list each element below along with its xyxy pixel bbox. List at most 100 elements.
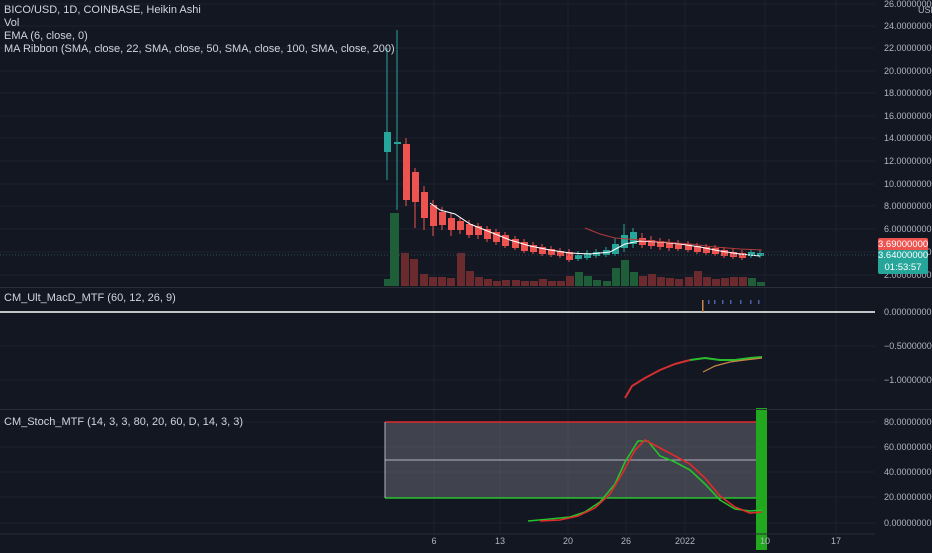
candle-body bbox=[448, 218, 455, 230]
candle-body bbox=[384, 132, 391, 152]
stoch-tick-label: 60.00000000 bbox=[884, 442, 932, 452]
volume-bar bbox=[566, 276, 574, 286]
stoch-tick-label: 80.00000000 bbox=[884, 417, 932, 427]
time-axis-label: 2022 bbox=[675, 536, 695, 546]
stoch-legend[interactable]: CM_Stoch_MTF (14, 3, 3, 80, 20, 60, D, 1… bbox=[4, 416, 243, 429]
candle-body bbox=[502, 235, 509, 246]
volume-bar bbox=[721, 278, 729, 286]
candle-body bbox=[403, 144, 410, 200]
volume-bar bbox=[712, 279, 720, 286]
volume-bar bbox=[575, 272, 583, 286]
time-axis-label: 6 bbox=[431, 536, 436, 546]
volume-bar bbox=[475, 277, 483, 286]
candle-body bbox=[466, 224, 473, 235]
macd-histogram-bar bbox=[740, 300, 742, 304]
volume-bar bbox=[730, 277, 738, 286]
volume-bar bbox=[484, 279, 492, 286]
stoch-tick-label: 20.00000000 bbox=[884, 492, 932, 502]
volume-bar bbox=[703, 277, 711, 286]
macd-tick-label: −1.00000000 bbox=[884, 375, 932, 385]
time-axis-label: 10 bbox=[760, 536, 770, 546]
volume-bar bbox=[447, 278, 455, 286]
volume-bar bbox=[548, 281, 556, 286]
symbol-legend[interactable]: BICO/USD, 1D, COINBASE, Heikin Ashi bbox=[4, 4, 201, 17]
candle-body bbox=[394, 142, 401, 144]
stoch-tick-label: 0.00000000 bbox=[884, 518, 932, 528]
macd-tick-label: −0.50000000 bbox=[884, 341, 932, 351]
volume-bar bbox=[675, 279, 683, 286]
candle-body bbox=[457, 221, 464, 230]
pane-separator-stoch[interactable] bbox=[0, 409, 932, 410]
volume-bar bbox=[657, 277, 665, 286]
price-currency-label: USD bbox=[918, 5, 932, 15]
volume-bar bbox=[521, 281, 529, 286]
volume-bar bbox=[630, 272, 638, 286]
macd-histogram-bar bbox=[714, 300, 716, 304]
volume-bar bbox=[612, 268, 620, 286]
volume-bar-peak bbox=[390, 213, 399, 286]
candle-body bbox=[421, 192, 428, 218]
candle-body bbox=[439, 212, 446, 225]
last-price-tag-green: 3.64000000 01:53:57 bbox=[878, 250, 928, 274]
price-tick-label: 10.00000000 bbox=[884, 179, 932, 189]
volume-bar bbox=[539, 279, 547, 286]
time-axis-label: 26 bbox=[621, 536, 631, 546]
volume-bar bbox=[639, 276, 647, 286]
macd-legend[interactable]: CM_Ult_MacD_MTF (60, 12, 26, 9) bbox=[4, 292, 176, 305]
price-tick-label: 24.00000000 bbox=[884, 21, 932, 31]
vol-legend[interactable]: Vol bbox=[4, 17, 19, 30]
last-price-value: 3.64000000 bbox=[878, 250, 929, 261]
volume-bar bbox=[401, 253, 409, 286]
candle-body bbox=[430, 205, 437, 226]
price-tick-label: 8.00000000 bbox=[884, 201, 932, 211]
price-tick-label: 6.00000000 bbox=[884, 224, 932, 234]
volume-bar bbox=[502, 280, 510, 286]
volume-bar bbox=[666, 278, 674, 286]
price-tick-label: 18.00000000 bbox=[884, 88, 932, 98]
candle-body bbox=[412, 172, 419, 202]
macd-histogram-bar bbox=[750, 300, 752, 304]
price-tick-label: 14.00000000 bbox=[884, 133, 932, 143]
candle-body bbox=[512, 239, 519, 248]
volume-bar bbox=[593, 280, 601, 286]
ma-ribbon-legend[interactable]: MA Ribbon (SMA, close, 22, SMA, close, 5… bbox=[4, 43, 395, 56]
price-tick-label: 16.00000000 bbox=[884, 111, 932, 121]
stoch-highlight-bar bbox=[756, 408, 767, 550]
ema-legend[interactable]: EMA (6, close, 0) bbox=[4, 30, 88, 43]
macd-tick-label: 0.00000000 bbox=[884, 307, 932, 317]
volume-bar bbox=[685, 277, 693, 286]
volume-bar bbox=[557, 281, 565, 286]
price-tick-label: 20.00000000 bbox=[884, 66, 932, 76]
volume-bar bbox=[410, 259, 418, 286]
macd-histogram-bar bbox=[708, 300, 710, 304]
time-axis-label: 13 bbox=[495, 536, 505, 546]
chart-canvas[interactable]: 26.0000000024.0000000022.0000000020.0000… bbox=[0, 0, 932, 550]
volume-bar bbox=[512, 280, 520, 286]
candle-body bbox=[575, 255, 582, 259]
volume-bar bbox=[429, 277, 437, 286]
volume-bar bbox=[748, 278, 756, 286]
volume-bar bbox=[603, 281, 611, 286]
trading-chart[interactable]: 26.00000000 24.00000000 22.00000000 20.0000… bbox=[0, 0, 932, 550]
macd-histogram-bar bbox=[702, 300, 704, 312]
time-axis-label: 20 bbox=[563, 536, 573, 546]
volume-bar bbox=[584, 276, 592, 286]
ma-ribbon-line bbox=[584, 227, 763, 251]
time-axis-label: 17 bbox=[831, 536, 841, 546]
volume-bar bbox=[493, 281, 501, 286]
volume-bar bbox=[438, 277, 446, 286]
macd-histogram-bar bbox=[722, 300, 724, 304]
macd-histogram-bar bbox=[730, 300, 732, 304]
macd-histogram-bar bbox=[758, 300, 760, 304]
volume-bar bbox=[420, 274, 428, 286]
volume-bar bbox=[621, 260, 629, 286]
volume-bar bbox=[530, 281, 538, 286]
stoch-tick-label: 40.00000000 bbox=[884, 467, 932, 477]
volume-bar bbox=[757, 282, 765, 286]
pane-separator-macd[interactable] bbox=[0, 287, 932, 288]
macd-line-red bbox=[624, 359, 691, 399]
volume-bar bbox=[739, 277, 747, 286]
bar-countdown: 01:53:57 bbox=[884, 262, 922, 273]
price-tick-label: 22.00000000 bbox=[884, 43, 932, 53]
volume-bar bbox=[648, 274, 656, 286]
